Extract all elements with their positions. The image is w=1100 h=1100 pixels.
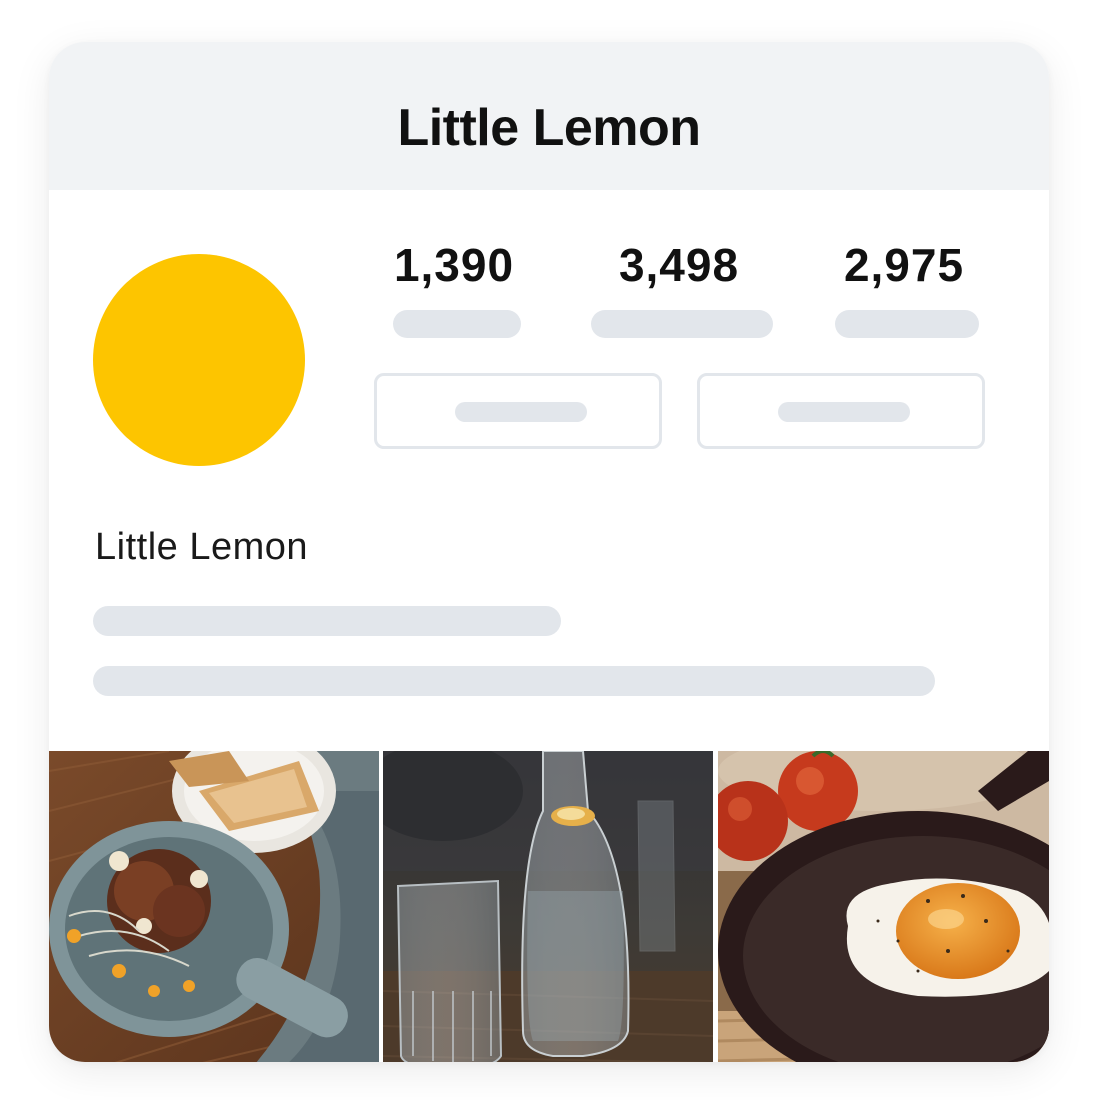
stat-followers-count: 3,498 [618,239,740,291]
fried-egg-in-pan-with-tomatoes-photo[interactable] [718,751,1049,1062]
stage: Little Lemon 1,390 3,498 2,975 Little Le… [0,0,1100,1100]
stat-following-count: 2,975 [843,239,965,291]
stat-posts-count: 1,390 [393,239,515,291]
message-button[interactable] [697,373,985,449]
bio-line-placeholder [93,606,561,636]
pan-with-food-and-toast-photo[interactable] [49,751,379,1062]
profile-card: Little Lemon 1,390 3,498 2,975 Little Le… [49,42,1049,1062]
button-label-placeholder [455,402,587,422]
follow-button[interactable] [374,373,662,449]
stat-label-placeholder [835,310,979,338]
profile-name: Little Lemon [95,526,309,568]
page-title: Little Lemon [397,99,701,157]
stat-label-placeholder [591,310,773,338]
water-carafe-and-glass-photo[interactable] [383,751,713,1062]
button-label-placeholder [778,402,910,422]
app-header: Little Lemon [49,42,1049,190]
bio-line-placeholder [93,666,935,696]
avatar[interactable] [93,254,305,466]
stat-label-placeholder [393,310,521,338]
